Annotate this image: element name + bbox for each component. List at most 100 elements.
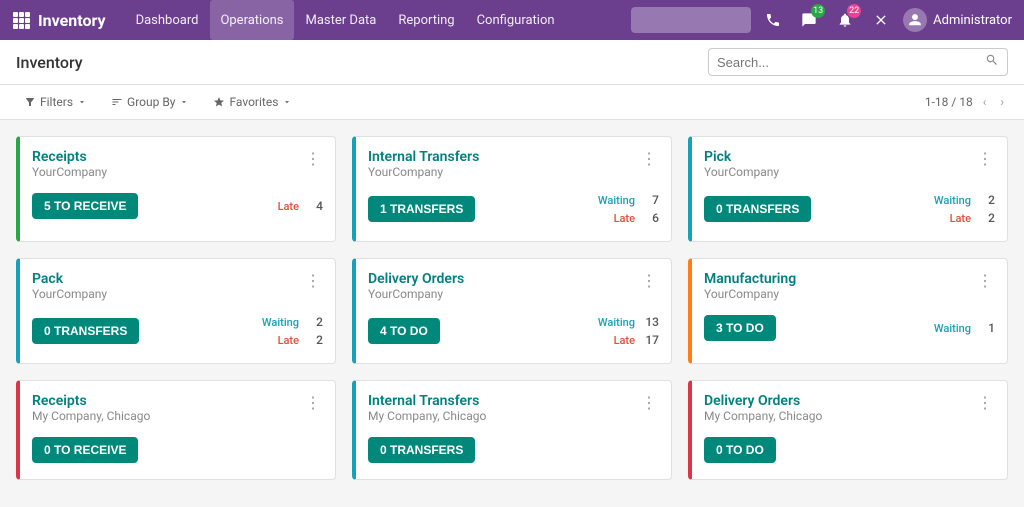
group-by-button[interactable]: Group By: [103, 91, 197, 113]
pagination-prev[interactable]: ‹: [979, 93, 991, 111]
card-title-group: Internal Transfers My Company, Chicago: [368, 393, 486, 433]
card-body: 0 TO DO: [704, 437, 995, 463]
card-action-button[interactable]: 0 TO DO: [704, 437, 776, 463]
card-pack-yourcompany: Pack YourCompany ⋮ 0 TRANSFERS Waiting 2…: [16, 258, 336, 364]
card-header: Delivery Orders My Company, Chicago ⋮: [704, 393, 995, 433]
card-stat-row: Waiting 2: [262, 315, 323, 329]
phone-icon[interactable]: [759, 6, 787, 34]
stat-label: Late: [950, 212, 971, 225]
stat-label: Waiting: [934, 194, 971, 207]
close-icon[interactable]: [867, 6, 895, 34]
card-stat-row: Late 2: [262, 333, 323, 347]
user-menu[interactable]: Administrator: [903, 8, 1012, 32]
card-menu-button[interactable]: ⋮: [639, 149, 659, 168]
card-delivery-chicago: Delivery Orders My Company, Chicago ⋮ 0 …: [688, 380, 1008, 480]
favorites-label: Favorites: [229, 95, 278, 109]
card-header: Receipts My Company, Chicago ⋮: [32, 393, 323, 433]
menu-dashboard[interactable]: Dashboard: [126, 0, 209, 40]
messages-icon[interactable]: 13: [795, 6, 823, 34]
card-body: 0 TRANSFERS Waiting 2 Late 2: [32, 315, 323, 347]
card-delivery-yourcompany: Delivery Orders YourCompany ⋮ 4 TO DO Wa…: [352, 258, 672, 364]
card-manufacturing-yourcompany: Manufacturing YourCompany ⋮ 3 TO DO Wait…: [688, 258, 1008, 364]
menu-operations[interactable]: Operations: [210, 0, 293, 40]
card-body: 0 TRANSFERS: [368, 437, 659, 463]
card-body: 1 TRANSFERS Waiting 7 Late 6: [368, 193, 659, 225]
card-title-group: Pick YourCompany: [704, 149, 779, 189]
filters-button[interactable]: Filters: [16, 91, 95, 113]
subheader: Inventory: [0, 40, 1024, 85]
card-action-button[interactable]: 3 TO DO: [704, 315, 776, 341]
card-menu-button[interactable]: ⋮: [639, 271, 659, 290]
card-stat-row: Waiting 13: [598, 315, 659, 329]
card-menu-button[interactable]: ⋮: [303, 271, 323, 290]
stat-label: Late: [278, 200, 299, 213]
card-company: YourCompany: [368, 287, 464, 301]
search-input[interactable]: [717, 55, 985, 70]
card-stat-row: Late 17: [598, 333, 659, 347]
stat-value: 4: [307, 199, 323, 213]
search-icon[interactable]: [985, 53, 999, 71]
card-stat-row: Waiting 2: [934, 193, 995, 207]
card-action-button[interactable]: 5 TO RECEIVE: [32, 193, 138, 219]
card-body: 0 TO RECEIVE: [32, 437, 323, 463]
stat-label: Late: [614, 334, 635, 347]
card-body: 3 TO DO Waiting 1: [704, 315, 995, 341]
card-action-button[interactable]: 0 TRANSFERS: [704, 196, 811, 222]
card-title-group: Delivery Orders My Company, Chicago: [704, 393, 822, 433]
card-stat-row: Late 2: [934, 211, 995, 225]
card-receipts-yourcompany: Receipts YourCompany ⋮ 5 TO RECEIVE Late…: [16, 136, 336, 242]
favorites-button[interactable]: Favorites: [205, 91, 300, 113]
filters-label: Filters: [40, 95, 73, 109]
card-menu-button[interactable]: ⋮: [975, 393, 995, 412]
stat-label: Waiting: [598, 194, 635, 207]
card-title: Pick: [704, 149, 779, 165]
card-menu-button[interactable]: ⋮: [975, 271, 995, 290]
card-company: YourCompany: [32, 165, 107, 179]
card-title: Manufacturing: [704, 271, 796, 287]
menu-configuration[interactable]: Configuration: [467, 0, 565, 40]
topnav-search-input[interactable]: [631, 7, 751, 33]
toolbar: Filters Group By Favorites 1-18 / 18 ‹ ›: [0, 85, 1024, 120]
card-menu-button[interactable]: ⋮: [639, 393, 659, 412]
card-title-group: Receipts My Company, Chicago: [32, 393, 150, 433]
card-header: Internal Transfers YourCompany ⋮: [368, 149, 659, 189]
card-action-button[interactable]: 1 TRANSFERS: [368, 196, 475, 222]
card-action-button[interactable]: 0 TRANSFERS: [32, 318, 139, 344]
top-navigation: Inventory Dashboard Operations Master Da…: [0, 0, 1024, 40]
card-menu-button[interactable]: ⋮: [303, 393, 323, 412]
stat-label: Waiting: [934, 322, 971, 335]
card-title: Receipts: [32, 149, 107, 165]
user-name: Administrator: [933, 13, 1012, 28]
app-logo: Inventory: [38, 11, 106, 30]
card-stat-row: Late 6: [598, 211, 659, 225]
notifications-icon[interactable]: 22: [831, 6, 859, 34]
card-company: My Company, Chicago: [704, 409, 822, 423]
card-title: Pack: [32, 271, 107, 287]
card-company: YourCompany: [704, 165, 779, 179]
card-action-button[interactable]: 4 TO DO: [368, 318, 440, 344]
card-company: My Company, Chicago: [368, 409, 486, 423]
card-title: Internal Transfers: [368, 149, 479, 165]
card-action-button[interactable]: 0 TRANSFERS: [368, 437, 475, 463]
card-body: 0 TRANSFERS Waiting 2 Late 2: [704, 193, 995, 225]
card-company: My Company, Chicago: [32, 409, 150, 423]
card-action-button[interactable]: 0 TO RECEIVE: [32, 437, 138, 463]
menu-reporting[interactable]: Reporting: [388, 0, 464, 40]
card-menu-button[interactable]: ⋮: [975, 149, 995, 168]
card-pick-yourcompany: Pick YourCompany ⋮ 0 TRANSFERS Waiting 2…: [688, 136, 1008, 242]
card-header: Receipts YourCompany ⋮: [32, 149, 323, 189]
stat-label: Late: [614, 212, 635, 225]
card-title: Delivery Orders: [704, 393, 822, 409]
card-header: Manufacturing YourCompany ⋮: [704, 271, 995, 311]
cards-grid: Receipts YourCompany ⋮ 5 TO RECEIVE Late…: [16, 136, 1008, 480]
main-menu: Dashboard Operations Master Data Reporti…: [126, 0, 565, 40]
pagination-info: 1-18 / 18: [925, 95, 973, 109]
card-stat-row: Waiting 1: [934, 321, 995, 335]
stat-value: 2: [979, 193, 995, 207]
menu-master-data[interactable]: Master Data: [296, 0, 387, 40]
pagination-next[interactable]: ›: [996, 93, 1008, 111]
search-container: [708, 48, 1008, 76]
card-menu-button[interactable]: ⋮: [303, 149, 323, 168]
apps-menu-button[interactable]: [12, 11, 30, 29]
stat-value: 1: [979, 321, 995, 335]
